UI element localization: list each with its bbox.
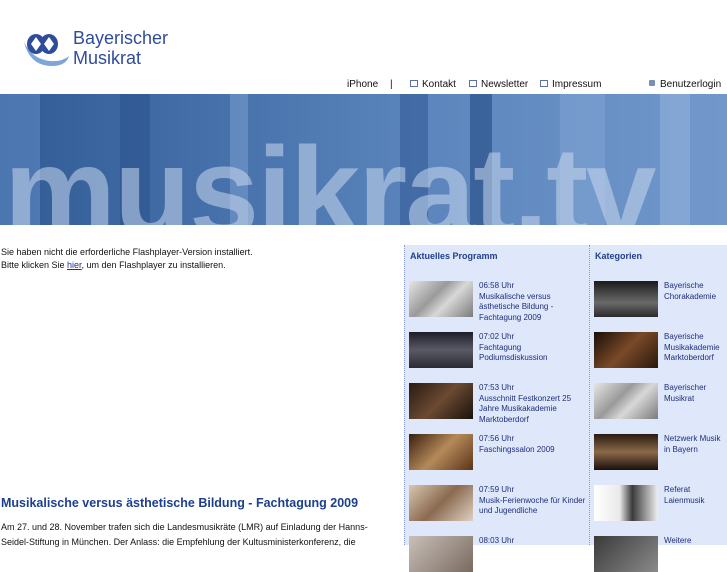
nav-login-link[interactable]: Benutzerlogin (649, 79, 721, 90)
program-item-text: 07:02 Uhr Fachtagung Podiumsdiskussion (479, 332, 589, 368)
nav-iphone-link[interactable]: iPhone (347, 79, 378, 90)
banner-stripe (660, 94, 690, 225)
category-item[interactable]: Netzwerk Musik in Bayern (594, 434, 727, 470)
flash-line2: Bitte klicken Sie hier, um den Flashplay… (1, 259, 253, 272)
program-item[interactable]: 08:03 Uhr (409, 536, 514, 572)
nav-login-label: Benutzerlogin (660, 79, 722, 90)
logo-line2: Musikrat (73, 48, 142, 68)
flash-message: Sie haben nicht die erforderliche Flashp… (1, 246, 253, 272)
category-item[interactable]: Bayerischer Musikrat (594, 383, 727, 419)
program-item-text: 07:56 Uhr Faschingssalon 2009 (479, 434, 555, 470)
program-item-text: 08:03 Uhr (479, 536, 514, 572)
program-item-text: 07:53 Uhr Ausschnitt Festkonzert 25 Jahre… (479, 383, 589, 425)
category-item[interactable]: Referat Laienmusik (594, 485, 727, 521)
category-title[interactable]: Bayerischer Musikrat (664, 383, 727, 419)
program-time: 06:58 Uhr (479, 281, 515, 290)
category-item[interactable]: Bayerische Chorakademie (594, 281, 727, 317)
program-thumbnail[interactable] (409, 281, 473, 317)
category-thumbnail[interactable] (594, 332, 658, 368)
category-item[interactable]: Weitere (594, 536, 691, 572)
program-thumbnail[interactable] (409, 332, 473, 368)
document-icon (540, 80, 548, 87)
program-title[interactable]: Musikalische versus ästhetische Bildung … (479, 292, 553, 322)
program-title[interactable]: Musik-Ferienwoche für Kinder und Jugendl… (479, 496, 585, 516)
program-thumbnail[interactable] (409, 536, 473, 572)
category-title[interactable]: Netzwerk Musik in Bayern (664, 434, 727, 470)
category-thumbnail[interactable] (594, 536, 658, 572)
program-title[interactable]: Ausschnitt Festkonzert 25 Jahre Musikaka… (479, 394, 571, 424)
banner-text: musikrat.tv (4, 121, 656, 226)
category-thumbnail[interactable] (594, 281, 658, 317)
program-thumbnail[interactable] (409, 383, 473, 419)
category-title[interactable]: Referat Laienmusik (664, 485, 727, 521)
program-thumbnail[interactable] (409, 434, 473, 470)
top-navigation: iPhone | Kontakt Newsletter Impressum Be… (0, 79, 727, 93)
flash-line1: Sie haben nicht die erforderliche Flashp… (1, 247, 253, 257)
category-thumbnail[interactable] (594, 485, 658, 521)
categories-panel: Kategorien Bayerische Chorakademie Bayer… (589, 245, 727, 572)
logo[interactable]: Bayerischer Musikrat (22, 26, 168, 70)
nav-newsletter-link[interactable]: Newsletter (469, 79, 528, 90)
logo-icon (22, 26, 70, 70)
envelope-icon (410, 80, 418, 87)
category-title[interactable]: Bayerische Chorakademie (664, 281, 727, 317)
nav-newsletter-label: Newsletter (481, 79, 529, 90)
nav-separator: | (390, 79, 393, 90)
banner: musikrat.tv (0, 94, 727, 225)
lock-icon (649, 80, 655, 86)
program-item[interactable]: 07:53 Uhr Ausschnitt Festkonzert 25 Jahre… (409, 383, 589, 425)
program-panel: Aktuelles Programm 06:58 Uhr Musikalische… (404, 245, 589, 572)
logo-text: Bayerischer Musikrat (73, 28, 168, 68)
flash-prefix: Bitte klicken Sie (1, 260, 68, 270)
category-thumbnail[interactable] (594, 434, 658, 470)
nav-impressum-link[interactable]: Impressum (540, 79, 601, 90)
article-text: Am 27. und 28. November trafen sich die … (1, 522, 368, 547)
program-time: 07:56 Uhr (479, 434, 515, 443)
program-item[interactable]: 07:56 Uhr Faschingssalon 2009 (409, 434, 555, 470)
categories-heading: Kategorien (595, 251, 643, 261)
article-title[interactable]: Musikalische versus ästhetische Bildung … (1, 496, 358, 510)
program-time: 07:02 Uhr (479, 332, 515, 341)
nav-impressum-label: Impressum (552, 79, 602, 90)
program-title[interactable]: Fachtagung Podiumsdiskussion (479, 343, 547, 363)
program-time: 07:59 Uhr (479, 485, 515, 494)
nav-kontakt-link[interactable]: Kontakt (410, 79, 456, 90)
newsletter-icon (469, 80, 477, 87)
category-title[interactable]: Bayerische Musikakademie Marktoberdorf (664, 332, 727, 368)
category-item[interactable]: Bayerische Musikakademie Marktoberdorf (594, 332, 727, 368)
category-thumbnail[interactable] (594, 383, 658, 419)
flash-install-link[interactable]: hier (67, 260, 82, 270)
program-heading: Aktuelles Programm (410, 251, 498, 261)
nav-kontakt-label: Kontakt (422, 79, 456, 90)
program-item[interactable]: 06:58 Uhr Musikalische versus ästhetische… (409, 281, 589, 323)
program-item-text: 06:58 Uhr Musikalische versus ästhetische… (479, 281, 589, 323)
program-time: 07:53 Uhr (479, 383, 515, 392)
program-item[interactable]: 07:02 Uhr Fachtagung Podiumsdiskussion (409, 332, 589, 368)
program-item-text: 07:59 Uhr Musik-Ferienwoche für Kinder un… (479, 485, 589, 521)
program-thumbnail[interactable] (409, 485, 473, 521)
logo-line1: Bayerischer (73, 28, 169, 48)
category-title[interactable]: Weitere (664, 536, 691, 572)
flash-suffix: , um den Flashplayer zu installieren. (81, 260, 226, 270)
program-title[interactable]: Faschingssalon 2009 (479, 445, 555, 454)
program-item[interactable]: 07:59 Uhr Musik-Ferienwoche für Kinder un… (409, 485, 589, 521)
